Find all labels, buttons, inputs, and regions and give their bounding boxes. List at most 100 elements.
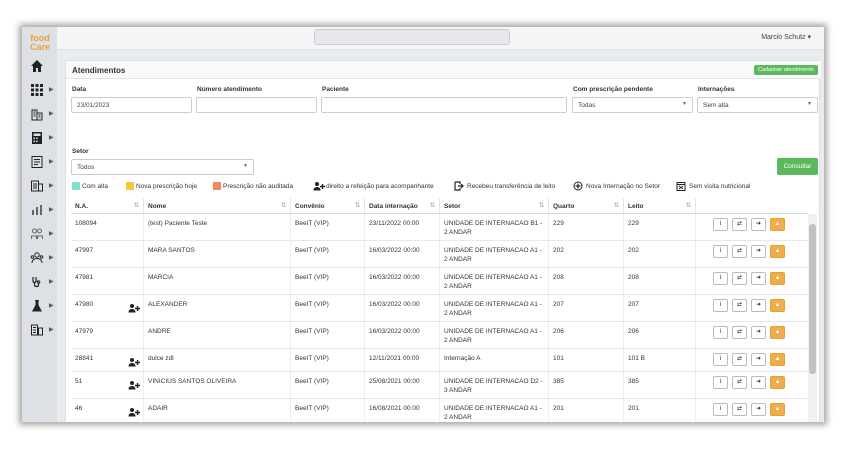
info-button[interactable]: i: [713, 326, 728, 339]
table-scrollbar[interactable]: [808, 214, 817, 422]
transfer-beds-button[interactable]: ⇄: [732, 245, 747, 258]
sort-icon[interactable]: ⇅: [134, 202, 139, 209]
transfer-beds-button[interactable]: ⇄: [732, 403, 747, 416]
cadastrar-atendimento-button[interactable]: Cadastrar atendimento: [754, 65, 818, 75]
sidebar-item-flask[interactable]: ▶: [22, 297, 57, 317]
table-row[interactable]: 47980 ALEXANDER BeeIT (VIP) 16/03/2022 00:0…: [71, 295, 808, 322]
internacoes-select[interactable]: Sem alta ▼: [697, 97, 818, 113]
column-header-label: Setor: [444, 203, 461, 210]
consultar-button[interactable]: Consultar: [777, 158, 818, 175]
warning-button[interactable]: ▲: [770, 245, 785, 258]
checkout-button[interactable]: ➜: [751, 376, 766, 389]
legend-label: Nova prescrição hoje: [136, 183, 198, 190]
sidebar-item-dashboard[interactable]: ▶: [22, 321, 57, 341]
sidebar-item-calculator[interactable]: ▶: [22, 129, 57, 149]
warning-button[interactable]: ▲: [770, 353, 785, 366]
user-plus-icon: [313, 181, 325, 191]
chevron-right-icon: ▶: [49, 279, 54, 285]
checkout-button[interactable]: ➜: [751, 245, 766, 258]
info-button[interactable]: i: [713, 299, 728, 312]
checkout-button[interactable]: ➜: [751, 299, 766, 312]
table-row[interactable]: 28841 dulce zdl BeeIT (VIP) 12/11/2021 00:0…: [71, 349, 808, 372]
prescricao-pendente-select[interactable]: Todas ▼: [572, 97, 693, 113]
column-header[interactable]: N.A. ⇅: [71, 198, 144, 214]
cell-setor: UNIDADE DE INTERNACAO D2 - 3 ANDAR: [440, 372, 549, 398]
transfer-beds-button[interactable]: ⇄: [732, 326, 747, 339]
cell-convenio: BeeIT (VIP): [291, 322, 365, 348]
column-header[interactable]: Data internação ⇅: [365, 198, 440, 214]
sidebar-item-users[interactable]: ▶: [22, 249, 57, 269]
checkout-button[interactable]: ➜: [751, 403, 766, 416]
transfer-beds-button[interactable]: ⇄: [732, 376, 747, 389]
cell-convenio: BeeIT (VIP): [291, 399, 365, 422]
table-row[interactable]: 47997 MARA SANTOS BeeIT (VIP) 16/03/2022 00…: [71, 241, 808, 268]
sort-icon[interactable]: ⇅: [686, 202, 691, 209]
checkout-button[interactable]: ➜: [751, 353, 766, 366]
table-row[interactable]: 47981 MARCIA BeeIT (VIP) 16/03/2022 00:00 UN…: [71, 268, 808, 295]
cell-convenio: BeeIT (VIP): [291, 349, 365, 371]
transfer-beds-button[interactable]: ⇄: [732, 353, 747, 366]
warning-button[interactable]: ▲: [770, 272, 785, 285]
cell-setor: UNIDADE DE INTERNACAO A1 - 2 ANDAR: [440, 241, 549, 267]
setor-select[interactable]: Todos ▼: [71, 159, 254, 175]
cell-nome: (test) Paciente Teste: [144, 214, 291, 240]
logo-line2: Care: [29, 42, 50, 52]
sort-icon[interactable]: ⇅: [281, 202, 286, 209]
info-button[interactable]: i: [713, 245, 728, 258]
info-button[interactable]: i: [713, 353, 728, 366]
sort-icon[interactable]: ⇅: [614, 202, 619, 209]
grid-icon: [30, 83, 44, 97]
cell-quarto: 101: [549, 349, 624, 371]
cell-setor: UNIDADE DE INTERNACAO A1 - 2 ANDAR: [440, 399, 549, 422]
table-row[interactable]: 108094 (test) Paciente Teste BeeIT (VIP) 23…: [71, 214, 808, 241]
chevron-down-icon: ▼: [243, 163, 248, 169]
info-button[interactable]: i: [713, 272, 728, 285]
column-header[interactable]: Quarto ⇅: [549, 198, 624, 214]
checkout-button[interactable]: ➜: [751, 272, 766, 285]
cell-data: 25/08/2021 00:00: [365, 372, 440, 398]
info-button[interactable]: i: [713, 218, 728, 231]
table-row[interactable]: 47979 ANDRE BeeIT (VIP) 16/03/2022 00:00 UNI…: [71, 322, 808, 349]
transfer-beds-button[interactable]: ⇄: [732, 272, 747, 285]
sort-icon[interactable]: ⇅: [539, 202, 544, 209]
table-row[interactable]: 51 VINICIUS SANTOS OLIVEIRA BeeIT (VIP) 25/…: [71, 372, 808, 399]
sidebar-item-reports[interactable]: ▶: [22, 177, 57, 197]
info-button[interactable]: i: [713, 403, 728, 416]
sort-icon[interactable]: ⇅: [355, 202, 360, 209]
cell-setor: UNIDADE DE INTERNACAO A1 - 2 ANDAR: [440, 268, 549, 294]
cell-leito: 229: [624, 214, 696, 240]
cell-quarto: 385: [549, 372, 624, 398]
column-header[interactable]: Nome ⇅: [144, 198, 291, 214]
sidebar-item-building[interactable]: ▶: [22, 105, 57, 125]
table-row[interactable]: 46 ADAIR BeeIT (VIP) 16/08/2021 00:00 UNIDAD…: [71, 399, 808, 422]
warning-button[interactable]: ▲: [770, 376, 785, 389]
column-header[interactable]: Leito ⇅: [624, 198, 696, 214]
transfer-beds-button[interactable]: ⇄: [732, 299, 747, 312]
user-menu[interactable]: Marcio Schutz ▾: [761, 33, 811, 41]
sidebar-item-people[interactable]: ▶: [22, 225, 57, 245]
sidebar-item-list[interactable]: ▶: [22, 153, 57, 173]
sidebar-item-home[interactable]: [22, 57, 57, 77]
sidebar-item-grid[interactable]: ▶: [22, 81, 57, 101]
numero-atendimento-input[interactable]: [196, 97, 317, 113]
sidebar-item-stethoscope[interactable]: ▶: [22, 273, 57, 293]
scrollbar-thumb[interactable]: [809, 224, 816, 374]
info-button[interactable]: i: [713, 376, 728, 389]
warning-button[interactable]: ▲: [770, 218, 785, 231]
checkout-button[interactable]: ➜: [751, 218, 766, 231]
sidebar-item-charts[interactable]: ▶: [22, 201, 57, 221]
logo[interactable]: food Care: [26, 34, 54, 52]
data-input[interactable]: 23/01/2023: [71, 97, 192, 113]
checkout-button[interactable]: ➜: [751, 326, 766, 339]
column-header[interactable]: Convênio ⇅: [291, 198, 365, 214]
paciente-input[interactable]: [321, 97, 567, 113]
warning-button[interactable]: ▲: [770, 326, 785, 339]
sort-icon[interactable]: ⇅: [430, 202, 435, 209]
warning-button[interactable]: ▲: [770, 403, 785, 416]
warning-button[interactable]: ▲: [770, 299, 785, 312]
column-header[interactable]: Setor ⇅: [440, 198, 549, 214]
legend-label: Recebeu transferência de leito: [467, 183, 556, 190]
cell-setor: UNIDADE DE INTERNACAO A1 - 2 ANDAR: [440, 295, 549, 321]
transfer-beds-button[interactable]: ⇄: [732, 218, 747, 231]
global-search-box[interactable]: [314, 29, 510, 45]
